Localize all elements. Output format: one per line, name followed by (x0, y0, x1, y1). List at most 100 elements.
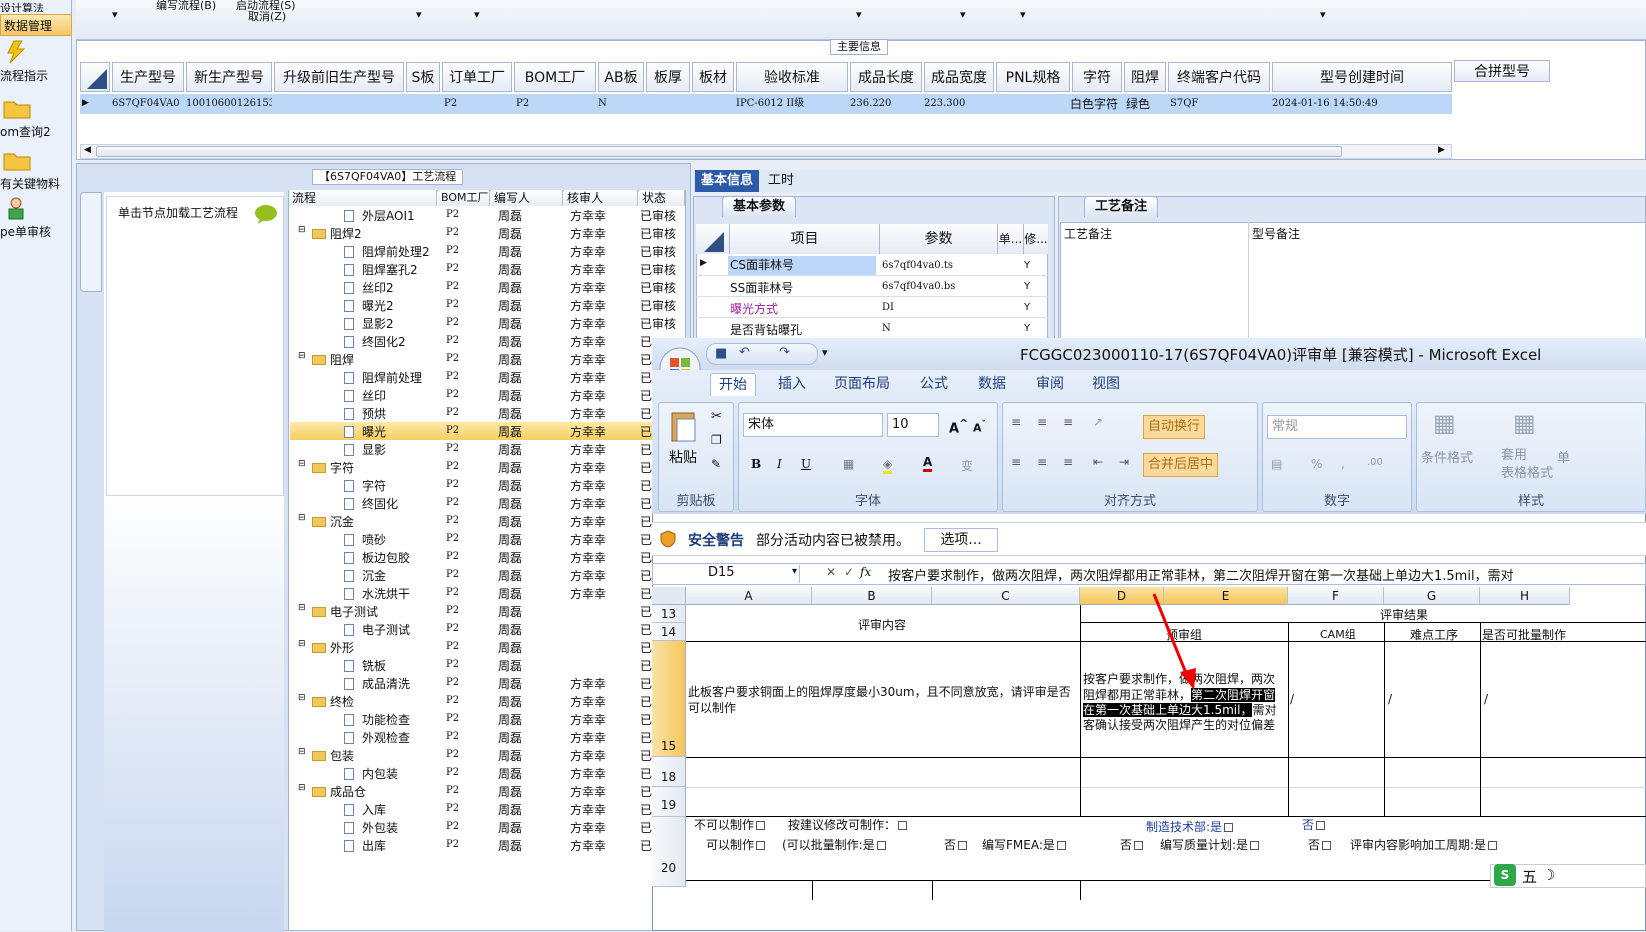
checkbox[interactable] (1316, 821, 1326, 830)
moon-icon[interactable]: ☽ (1542, 866, 1555, 884)
tree-row[interactable]: 曝光 P2 周磊 方幸幸已 (290, 422, 685, 440)
menu-edit-flow[interactable]: 编写流程(B) (156, 0, 216, 13)
cell-cam-group[interactable]: CAM组 (1320, 626, 1356, 642)
col-header[interactable]: 板材 (692, 62, 734, 92)
ribbon-tab-view[interactable]: 视图 (1084, 373, 1128, 395)
col-header[interactable]: AB板 (598, 62, 644, 92)
percent-icon[interactable]: % (1311, 457, 1322, 471)
tree-row[interactable]: 内包装 P2 周磊 方幸幸已 (290, 764, 685, 782)
number-format-select[interactable]: 常规 (1267, 415, 1407, 439)
param-row[interactable]: 曝光方式 DI Y (696, 298, 1048, 318)
options-button[interactable]: 选项... (924, 528, 998, 552)
tree-row[interactable]: ⊟ 阻焊 P2 周磊 方幸幸已 (290, 350, 685, 368)
nav-item-key-material[interactable]: 有关键物料 (0, 148, 72, 192)
checkbox[interactable] (1134, 841, 1144, 850)
dropdown-arrow-icon[interactable]: ▾ (1020, 8, 1026, 21)
menu-cancel[interactable]: 取消(Z) (248, 8, 286, 24)
nav-item-pe-review[interactable]: pe单审核 (0, 196, 72, 240)
col-header[interactable]: 新生产型号 (186, 62, 272, 92)
tree-row[interactable]: 出库 P2 周磊 方幸幸已 (290, 836, 685, 854)
paste-button[interactable]: 粘贴 (669, 447, 697, 467)
font-color-icon[interactable]: A (923, 455, 933, 472)
row-header-14[interactable]: 14 (652, 623, 686, 641)
row-header-20[interactable]: 20 (652, 817, 686, 887)
font-size-select[interactable]: 10 (887, 413, 939, 437)
checkbox[interactable] (1056, 841, 1066, 850)
fill-color-icon[interactable]: ◈ (883, 457, 893, 474)
checkbox[interactable] (1224, 823, 1234, 832)
col-header[interactable]: 生产型号 (112, 62, 184, 92)
ribbon-tab-insert[interactable]: 插入 (770, 373, 814, 395)
row-header-18[interactable]: 18 (652, 757, 686, 787)
ribbon-tab-review[interactable]: 审阅 (1028, 373, 1072, 395)
tree-header-reviewer[interactable]: 核审人 (564, 190, 638, 206)
tree-header-bom[interactable]: BOM工厂 (438, 190, 490, 206)
cell-review-result[interactable]: 评审结果 (1380, 606, 1428, 623)
collapse-toggle-icon[interactable]: ⊟ (298, 639, 306, 649)
comma-icon[interactable]: , (1341, 457, 1345, 471)
copy-icon[interactable]: ❐ (711, 433, 722, 447)
row-header-13[interactable]: 13 (652, 605, 686, 623)
paste-icon[interactable] (669, 409, 699, 443)
cell-batch[interactable]: 是否可批量制作 (1482, 626, 1646, 643)
cell-h15[interactable]: / (1484, 692, 1488, 706)
tree-row[interactable]: 显影 P2 周磊 方幸幸已 (290, 440, 685, 458)
increase-indent-icon[interactable]: ⇥ (1119, 455, 1129, 469)
collapse-toggle-icon[interactable]: ⊟ (298, 459, 306, 469)
cell-style-button[interactable]: 单 (1557, 447, 1570, 466)
param-col-value[interactable]: 参数 (880, 224, 998, 254)
tree-row[interactable]: 成品清洗 P2 周磊 方幸幸已 (290, 674, 685, 692)
customize-qat-icon[interactable]: ▾ (822, 346, 828, 359)
checkbox[interactable] (876, 841, 886, 850)
format-painter-icon[interactable]: ✎ (711, 457, 721, 471)
col-header[interactable]: 成品长度 (850, 62, 922, 92)
scroll-right-icon[interactable]: ▶ (1438, 145, 1445, 155)
param-row[interactable]: ▶ CS面菲林号 6s7qf04va0.ts Y (696, 256, 1048, 276)
table-format-icon[interactable]: ▦ (1513, 409, 1536, 437)
dropdown-arrow-icon[interactable]: ▾ (474, 8, 480, 21)
collapse-toggle-icon[interactable]: ⊟ (298, 603, 306, 613)
tree-row[interactable]: ⊟ 终检 P2 周磊 方幸幸已 (290, 692, 685, 710)
vertical-tab[interactable] (80, 192, 102, 292)
font-name-select[interactable]: 宋体 (743, 413, 883, 437)
align-top-icon[interactable]: ≡ (1011, 415, 1021, 429)
scroll-left-icon[interactable]: ◀ (84, 145, 91, 155)
align-center-icon[interactable]: ≡ (1037, 455, 1047, 469)
scroll-thumb[interactable] (96, 146, 1342, 157)
tree-row[interactable]: ⊟ 阻焊2 P2 周磊 方幸幸 已审核 (290, 224, 685, 242)
tree-row[interactable]: ⊟ 字符 P2 周磊 方幸幸已 (290, 458, 685, 476)
tree-row[interactable]: 曝光2 P2 周磊 方幸幸 已审核 (290, 296, 685, 314)
col-header[interactable]: PNL规格 (996, 62, 1070, 92)
col-header[interactable]: 验收标准 (736, 62, 848, 92)
tree-row[interactable]: 水洗烘干 P2 周磊 方幸幸已 (290, 584, 685, 602)
tree-header-writer[interactable]: 编写人 (491, 190, 563, 206)
nav-item-bom-query[interactable]: om查询2 (0, 96, 72, 140)
tab-basic-info[interactable]: 基本信息 (695, 170, 760, 192)
tree-row[interactable]: 阻焊前处理 P2 周磊 方幸幸已 (290, 368, 685, 386)
cancel-entry-icon[interactable]: ✕ (826, 565, 836, 579)
tree-row[interactable]: 板边包胶 P2 周磊 方幸幸已 (290, 548, 685, 566)
param-col-item[interactable]: 项目 (730, 224, 880, 254)
row-header-19[interactable]: 19 (652, 787, 686, 817)
cut-icon[interactable]: ✂ (711, 409, 722, 424)
name-box[interactable]: D15 (656, 565, 800, 583)
align-middle-icon[interactable]: ≡ (1037, 415, 1047, 429)
collapse-toggle-icon[interactable]: ⊟ (298, 351, 306, 361)
col-header[interactable]: 型号创建时间 (1272, 62, 1452, 92)
collapse-toggle-icon[interactable]: ⊟ (298, 225, 306, 235)
redo-icon[interactable]: ↷ (779, 345, 790, 360)
param-row[interactable]: 是否背钻曝孔 N Y (696, 319, 1048, 339)
insert-function-icon[interactable]: fx (860, 565, 871, 579)
tree-row[interactable]: ⊟ 电子测试 P2 周磊已 (290, 602, 685, 620)
tree-row[interactable]: ⊟ 成品仓 P2 周磊 方幸幸已 (290, 782, 685, 800)
cell-difficult[interactable]: 难点工序 (1410, 626, 1458, 643)
currency-icon[interactable]: ▤ (1271, 457, 1282, 471)
tree-row[interactable]: 字符 P2 周磊 方幸幸已 (290, 476, 685, 494)
dropdown-arrow-icon[interactable]: ▾ (856, 8, 862, 21)
nav-item-flow-guide[interactable]: 流程指示 (0, 40, 72, 84)
undo-icon[interactable]: ↶ (739, 345, 750, 360)
select-all-corner[interactable] (652, 587, 686, 605)
col-header[interactable]: 成品宽度 (924, 62, 994, 92)
dropdown-arrow-icon[interactable]: ▾ (416, 8, 422, 21)
param-row[interactable]: SS面菲林号 6s7qf04va0.bs Y (696, 277, 1048, 297)
